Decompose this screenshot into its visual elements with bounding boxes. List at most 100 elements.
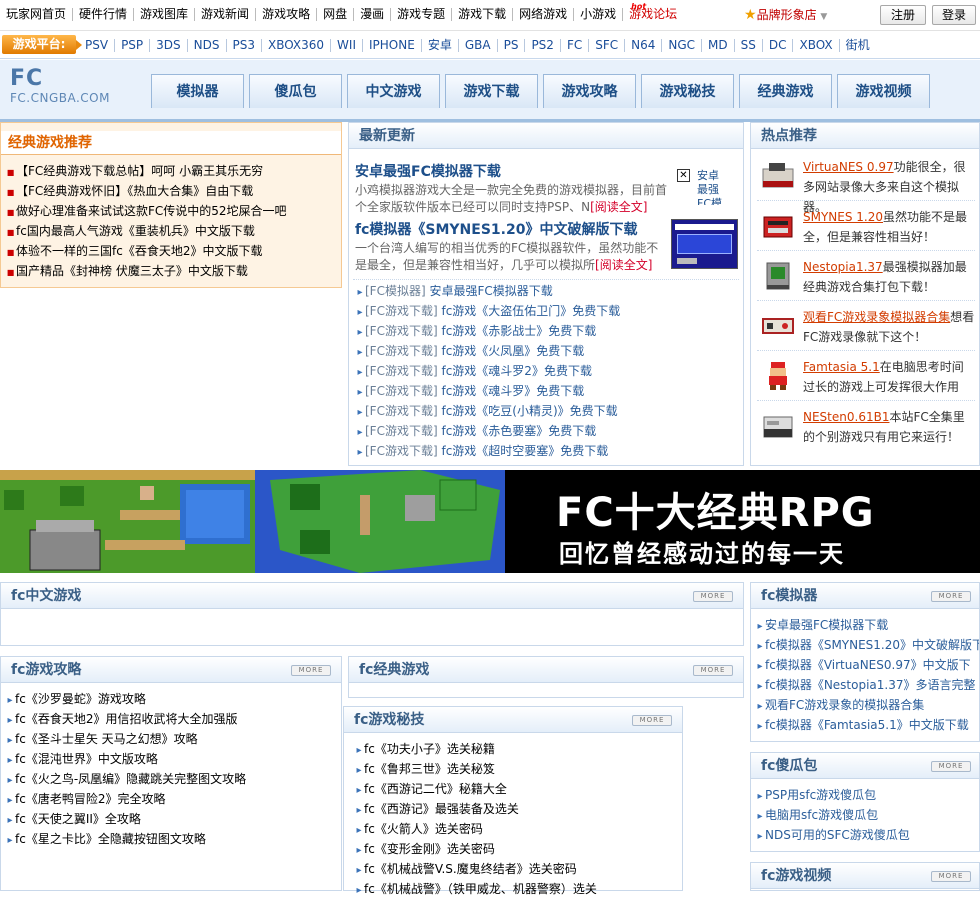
register-button[interactable]: 注册 <box>880 5 926 25</box>
list-item[interactable]: ▸ fc模拟器《SMYNES1.20》中文破解版下 <box>755 635 979 655</box>
platform-link-nds[interactable]: NDS <box>188 39 227 52</box>
list-item[interactable]: ■ 【FC经典游戏下载总帖】呵呵 小霸王其乐无穷 <box>5 161 341 181</box>
list-item[interactable]: ▸ fc《火箭人》选关密码 <box>354 819 682 839</box>
list-item[interactable]: ▸ fc《西游记》最强装备及选关 <box>354 799 682 819</box>
topnav-item-comics[interactable]: 漫画 <box>354 8 392 21</box>
list-item[interactable]: ▸ fc《火之鸟-凤凰编》隐藏跳关完整图文攻略 <box>5 769 341 789</box>
topnav-item-guides[interactable]: 游戏攻略 <box>256 8 318 21</box>
tab-cheats[interactable]: 游戏秘技 <box>641 74 734 108</box>
feature-1-thumbnail[interactable]: ✕ 安卓最强FC模 <box>677 169 739 205</box>
topnav-item-news[interactable]: 游戏新闻 <box>195 8 257 21</box>
list-item[interactable]: ▸ [FC游戏下载] fc游戏《大盗伍佑卫门》免费下载 <box>355 301 743 321</box>
topnav-item-home[interactable]: 玩家网首页 <box>0 8 74 21</box>
topnav-item-downloads[interactable]: 游戏下载 <box>452 8 514 21</box>
topnav-item-netdisk[interactable]: 网盘 <box>317 8 355 21</box>
list-item[interactable]: ■ 做好心理准备来试试这款FC传说中的52坨屎合一吧 <box>5 201 341 221</box>
more-button[interactable]: MORE <box>693 665 733 676</box>
list-item[interactable]: ▸ [FC游戏下载] fc游戏《吃豆(小精灵)》免费下载 <box>355 401 743 421</box>
list-item[interactable]: ▸ fc《变形金刚》选关密码 <box>354 839 682 859</box>
platform-link-ps2[interactable]: PS2 <box>525 39 561 52</box>
list-item[interactable]: ▸ 安卓最强FC模拟器下载 <box>755 615 979 635</box>
tab-classic-games[interactable]: 经典游戏 <box>739 74 832 108</box>
brand-store-link[interactable]: ★品牌形象店 ▼ <box>744 6 827 23</box>
topnav-item-topics[interactable]: 游戏专题 <box>391 8 453 21</box>
more-button[interactable]: MORE <box>931 871 971 882</box>
feature-2-thumbnail[interactable] <box>671 219 738 269</box>
platform-link-wii[interactable]: WII <box>331 39 363 52</box>
topnav-item-forum[interactable]: 游戏论坛 hot <box>623 2 683 21</box>
list-item[interactable]: ▸ fc《天使之翼II》全攻略 <box>5 809 341 829</box>
platform-link-ps[interactable]: PS <box>498 39 526 52</box>
list-item[interactable]: ▸ fc《圣斗士星矢 天马之幻想》攻略 <box>5 729 341 749</box>
list-item[interactable]: ▸ [FC游戏下载] fc游戏《魂斗罗》免费下载 <box>355 381 743 401</box>
list-item[interactable]: ▸ fc《鲁邦三世》选关秘笈 <box>354 759 682 779</box>
hot-item[interactable]: 观看FC游戏录象模拟器合集想看FC游戏录像就下这个！ <box>757 303 975 351</box>
site-logo-url[interactable]: FC.CNGBA.COM <box>10 91 110 105</box>
list-item[interactable]: ▸ [FC游戏下载] fc游戏《赤色要塞》免费下载 <box>355 421 743 441</box>
feature-1-read-more[interactable]: [阅读全文] <box>590 200 647 214</box>
list-item[interactable]: ▸ fc《吞食天地2》用信招收武将大全加强版 <box>5 709 341 729</box>
more-button[interactable]: MORE <box>632 715 672 726</box>
more-button[interactable]: MORE <box>291 665 331 676</box>
tab-chinese-games[interactable]: 中文游戏 <box>347 74 440 108</box>
list-item[interactable]: ▸ fc模拟器《VirtuaNES0.97》中文版下 <box>755 655 979 675</box>
list-item[interactable]: ■ 【FC经典游戏怀旧】《热血大合集》自由下载 <box>5 181 341 201</box>
login-button[interactable]: 登录 <box>932 5 976 25</box>
list-item[interactable]: ▸ NDS可用的SFC游戏傻瓜包 <box>755 825 979 845</box>
more-button[interactable]: MORE <box>931 761 971 772</box>
list-item[interactable]: ▸ fc《功夫小子》选关秘籍 <box>354 739 682 759</box>
rpg-banner[interactable]: FC十大经典RPG 回忆曾经感动过的每一天 <box>0 470 980 573</box>
platform-link-xbox[interactable]: XBOX <box>793 39 840 52</box>
list-item[interactable]: ▸ fc《星之卡比》全隐藏按钮图文攻略 <box>5 829 341 849</box>
platform-link-ss[interactable]: SS <box>735 39 763 52</box>
list-item[interactable]: ▸ [FC游戏下载] fc游戏《超时空要塞》免费下载 <box>355 441 743 461</box>
list-item[interactable]: ▸ [FC游戏下载] fc游戏《火凤凰》免费下载 <box>355 341 743 361</box>
hot-item[interactable]: NESten0.61B1本站FC全集里的个别游戏只有用它来运行！ <box>757 403 975 451</box>
list-item[interactable]: ▸ fc模拟器《Famtasia5.1》中文版下载 <box>755 715 979 735</box>
list-item[interactable]: ■ 国产精品《封神榜 伏魔三太子》中文版下载 <box>5 261 341 281</box>
platform-link-psp[interactable]: PSP <box>115 39 151 52</box>
list-item[interactable]: ▸ fc《机械战警》（铁甲威龙、机器警察）选关 <box>354 879 682 899</box>
platform-link-iphone[interactable]: IPHONE <box>363 39 422 52</box>
topnav-item-hardware[interactable]: 硬件行情 <box>73 8 135 21</box>
hot-item[interactable]: SMYNES 1.20虽然功能不是最全，但是兼容性相当好！ <box>757 203 975 251</box>
feature-2-read-more[interactable]: [阅读全文] <box>595 258 652 272</box>
platform-link-md[interactable]: MD <box>702 39 735 52</box>
platform-link-xbox360[interactable]: XBOX360 <box>262 39 332 52</box>
more-button[interactable]: MORE <box>931 591 971 602</box>
platform-link-gba[interactable]: GBA <box>459 39 498 52</box>
topnav-item-gallery[interactable]: 游戏图库 <box>134 8 196 21</box>
topnav-item-mini-games[interactable]: 小游戏 <box>574 8 624 21</box>
list-item[interactable]: ▸ [FC游戏下载] fc游戏《赤影战士》免费下载 <box>355 321 743 341</box>
more-button[interactable]: MORE <box>693 591 733 602</box>
platform-link-3ds[interactable]: 3DS <box>150 39 188 52</box>
tab-packs[interactable]: 傻瓜包 <box>249 74 342 108</box>
list-item[interactable]: ▸ PSP用sfc游戏傻瓜包 <box>755 785 979 805</box>
site-logo[interactable]: FC <box>10 66 43 91</box>
list-item[interactable]: ▸ [FC模拟器] 安卓最强FC模拟器下载 <box>355 281 743 301</box>
hot-item[interactable]: Nestopia1.37最强模拟器加最经典游戏合集打包下载！ <box>757 253 975 301</box>
platform-link-ps3[interactable]: PS3 <box>227 39 262 52</box>
hot-item[interactable]: VirtuaNES 0.97功能很全，很多网站录像大多来自这个模拟器。 <box>757 153 975 214</box>
platform-link-psv[interactable]: PSV <box>79 39 116 52</box>
platform-link-sfc[interactable]: SFC <box>589 39 626 52</box>
list-item[interactable]: ▸ fc《沙罗曼蛇》游戏攻略 <box>5 689 341 709</box>
list-item[interactable]: ▸ fc模拟器《Nestopia1.37》多语言完整 <box>755 675 979 695</box>
tab-downloads[interactable]: 游戏下载 <box>445 74 538 108</box>
list-item[interactable]: ▸ fc《机械战警V.S.魔鬼终结者》选关密码 <box>354 859 682 879</box>
list-item[interactable]: ▸ 电脑用sfc游戏傻瓜包 <box>755 805 979 825</box>
list-item[interactable]: ■ 体验不一样的三国fc《吞食天地2》中文版下载 <box>5 241 341 261</box>
list-item[interactable]: ■ fc国内最高人气游戏《重装机兵》中文版下载 <box>5 221 341 241</box>
list-item[interactable]: ▸ 观看FC游戏录象的模拟器合集 <box>755 695 979 715</box>
list-item[interactable]: ▸ fc《混沌世界》中文版攻略 <box>5 749 341 769</box>
list-item[interactable]: ▸ fc《唐老鸭冒险2》完全攻略 <box>5 789 341 809</box>
platform-link-ngc[interactable]: NGC <box>662 39 703 52</box>
platform-link-dc[interactable]: DC <box>763 39 794 52</box>
platform-link-n64[interactable]: N64 <box>625 39 663 52</box>
platform-link-街机[interactable]: 街机 <box>840 39 876 52</box>
platform-link-安卓[interactable]: 安卓 <box>422 39 459 52</box>
tab-videos[interactable]: 游戏视频 <box>837 74 930 108</box>
hot-item[interactable]: Famtasia 5.1在电脑思考时间过长的游戏上可发挥很大作用 <box>757 353 975 401</box>
list-item[interactable]: ▸ fc《西游记二代》秘籍大全 <box>354 779 682 799</box>
tab-guides[interactable]: 游戏攻略 <box>543 74 636 108</box>
